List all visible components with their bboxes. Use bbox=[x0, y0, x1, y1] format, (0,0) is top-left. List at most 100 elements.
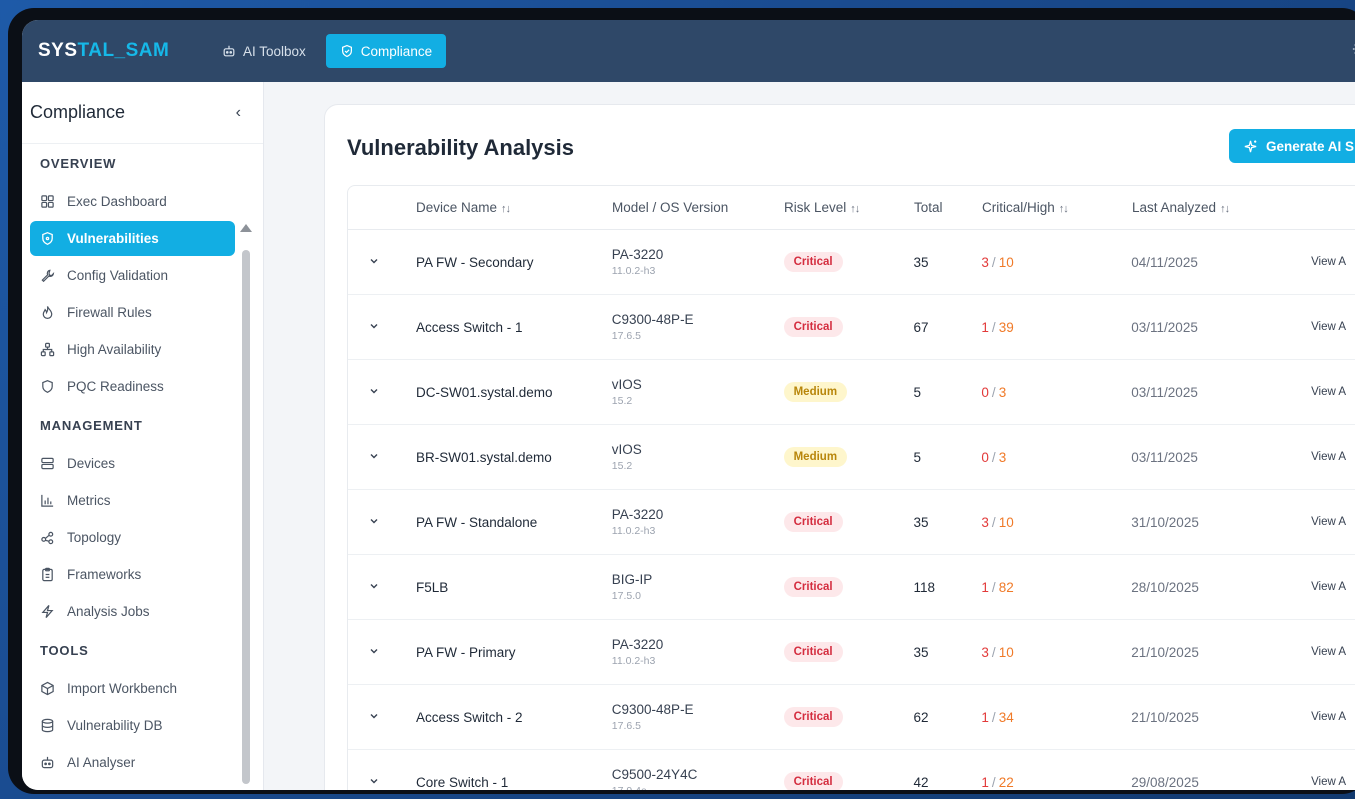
separator: / bbox=[991, 384, 996, 400]
header-device-name[interactable]: Device Name ↑↓ bbox=[416, 200, 612, 215]
header-last-analyzed[interactable]: Last Analyzed ↑↓ bbox=[1132, 200, 1312, 215]
sidebar-item-metrics[interactable]: Metrics bbox=[30, 483, 235, 518]
view-analysis-link[interactable]: View A bbox=[1311, 646, 1355, 658]
sidebar-item-config-validation[interactable]: Config Validation bbox=[30, 258, 235, 293]
model-name: C9300-48P-E bbox=[611, 702, 694, 717]
risk-level-cell: Critical bbox=[783, 317, 914, 337]
high-count: 3 bbox=[998, 449, 1007, 465]
view-analysis-link[interactable]: View A bbox=[1311, 516, 1355, 528]
shield-check-icon bbox=[341, 44, 352, 58]
model-os-cell: vIOS 15.2 bbox=[612, 442, 784, 472]
header-label: Total bbox=[914, 200, 943, 215]
collapse-sidebar-button[interactable]: ‹ bbox=[236, 104, 241, 122]
table-body: PA FW - Secondary PA-3220 11.0.2-h3 Crit… bbox=[348, 230, 1355, 790]
view-analysis-link[interactable]: View A bbox=[1311, 711, 1355, 723]
sidebar-item-label: Metrics bbox=[67, 493, 111, 508]
expand-row-button[interactable] bbox=[348, 775, 416, 790]
view-analysis-link[interactable]: View A bbox=[1311, 451, 1355, 463]
view-analysis-link[interactable]: View A bbox=[1311, 256, 1355, 268]
nav-tab-ai-toolbox[interactable]: AI Toolbox bbox=[208, 34, 320, 68]
high-count: 34 bbox=[998, 709, 1014, 725]
os-version: 17.6.5 bbox=[611, 330, 641, 342]
risk-level-cell: Critical bbox=[783, 707, 914, 727]
server-icon bbox=[41, 457, 54, 470]
sidebar-item-label: Vulnerability DB bbox=[67, 718, 163, 733]
last-analyzed-date: 21/10/2025 bbox=[1131, 644, 1199, 660]
expand-row-button[interactable] bbox=[348, 320, 416, 335]
robot-icon bbox=[223, 45, 235, 57]
sidebar-item-pqc-readiness[interactable]: PQC Readiness bbox=[30, 369, 235, 404]
sidebar-section-tools: TOOLS bbox=[40, 642, 89, 658]
model-name: PA-3220 bbox=[611, 637, 664, 652]
shield-icon bbox=[42, 231, 53, 246]
risk-badge: Medium bbox=[783, 447, 848, 467]
expand-row-button[interactable] bbox=[348, 710, 416, 725]
sidebar-item-label: Config Validation bbox=[67, 268, 169, 283]
app-window: SYSTAL_SAM AI Toolbox Compliance Complia… bbox=[22, 20, 1355, 790]
device-name: DC-SW01.systal.demo bbox=[415, 384, 553, 400]
os-version: 11.0.2-h3 bbox=[611, 525, 656, 537]
nav-tab-compliance[interactable]: Compliance bbox=[325, 34, 447, 68]
critical-count: 3 bbox=[981, 644, 989, 660]
expand-row-button[interactable] bbox=[348, 255, 416, 270]
table-row[interactable]: PA FW - Primary PA-3220 11.0.2-h3 Critic… bbox=[348, 620, 1355, 685]
header-total: Total bbox=[914, 200, 982, 215]
critical-count: 1 bbox=[981, 774, 989, 790]
table-row[interactable]: BR-SW01.systal.demo vIOS 15.2 Medium 5 0… bbox=[348, 425, 1355, 490]
table-row[interactable]: Access Switch - 1 C9300-48P-E 17.6.5 Cri… bbox=[348, 295, 1355, 360]
sidebar-item-import-workbench[interactable]: Import Workbench bbox=[30, 671, 235, 706]
view-analysis-link[interactable]: View A bbox=[1311, 776, 1355, 788]
sidebar-item-topology[interactable]: Topology bbox=[30, 520, 235, 555]
model-os-cell: PA-3220 11.0.2-h3 bbox=[612, 507, 784, 537]
expand-row-button[interactable] bbox=[348, 450, 416, 465]
device-name: Access Switch - 2 bbox=[415, 709, 523, 725]
sidebar-item-devices[interactable]: Devices bbox=[30, 446, 235, 481]
total-count: 62 bbox=[913, 709, 929, 725]
table-row[interactable]: PA FW - Standalone PA-3220 11.0.2-h3 Cri… bbox=[348, 490, 1355, 555]
view-analysis-link[interactable]: View A bbox=[1311, 321, 1355, 333]
table-row[interactable]: DC-SW01.systal.demo vIOS 15.2 Medium 5 0… bbox=[348, 360, 1355, 425]
model-name: C9500-24Y4C bbox=[611, 767, 698, 782]
critical-count: 1 bbox=[981, 579, 989, 595]
expand-row-button[interactable] bbox=[348, 385, 416, 400]
critical-high-cell: 1/22 bbox=[981, 775, 1131, 790]
app-logo[interactable]: SYSTAL_SAM bbox=[38, 40, 208, 62]
risk-badge: Critical bbox=[783, 317, 843, 337]
device-name: PA FW - Standalone bbox=[415, 514, 538, 530]
last-analyzed-date: 03/11/2025 bbox=[1131, 319, 1198, 335]
header-risk-level[interactable]: Risk Level ↑↓ bbox=[784, 200, 914, 215]
sidebar-item-frameworks[interactable]: Frameworks bbox=[30, 557, 235, 592]
risk-level-cell: Critical bbox=[783, 577, 914, 597]
table-row[interactable]: Core Switch - 1 C9500-24Y4C 17.9.4a Crit… bbox=[348, 750, 1355, 790]
critical-high-cell: 1/39 bbox=[981, 320, 1131, 335]
sidebar-item-vulnerability-db[interactable]: Vulnerability DB bbox=[30, 708, 235, 743]
sidebar-item-vulnerabilities[interactable]: Vulnerabilities bbox=[30, 221, 235, 256]
generate-ai-summary-button[interactable]: Generate AI S bbox=[1229, 129, 1355, 163]
sidebar-item-firewall-rules[interactable]: Firewall Rules bbox=[30, 295, 235, 330]
table-row[interactable]: F5LB BIG-IP 17.5.0 Critical 118 1/82 28/… bbox=[348, 555, 1355, 620]
sidebar-item-analysis-jobs[interactable]: Analysis Jobs bbox=[30, 594, 235, 629]
separator: / bbox=[991, 579, 996, 595]
robot-icon bbox=[41, 756, 54, 769]
chevron-down-icon bbox=[370, 713, 378, 718]
sidebar-item-high-availability[interactable]: High Availability bbox=[30, 332, 235, 367]
view-analysis-link[interactable]: View A bbox=[1311, 386, 1355, 398]
expand-row-button[interactable] bbox=[348, 580, 416, 595]
device-name: Core Switch - 1 bbox=[415, 774, 509, 790]
expand-row-button[interactable] bbox=[348, 645, 416, 660]
sidebar: Compliance ‹ OVERVIEW Exec Dashboard Vul… bbox=[22, 82, 264, 790]
sidebar-item-ai-analyser[interactable]: AI Analyser bbox=[30, 745, 235, 780]
header-label: Device Name bbox=[416, 200, 498, 215]
expand-row-button[interactable] bbox=[348, 515, 416, 530]
model-os-cell: C9300-48P-E 17.6.5 bbox=[612, 312, 784, 342]
last-analyzed-date: 03/11/2025 bbox=[1131, 384, 1198, 400]
sidebar-item-exec-dashboard[interactable]: Exec Dashboard bbox=[30, 184, 235, 219]
sidebar-scrollbar-thumb[interactable] bbox=[242, 250, 250, 784]
view-analysis-link[interactable]: View A bbox=[1311, 581, 1355, 593]
table-row[interactable]: Access Switch - 2 C9300-48P-E 17.6.5 Cri… bbox=[348, 685, 1355, 750]
scroll-up-arrow[interactable] bbox=[240, 224, 252, 232]
header-critical-high[interactable]: Critical/High ↑↓ bbox=[982, 200, 1132, 215]
critical-count: 1 bbox=[981, 319, 989, 335]
clipboard-icon bbox=[42, 567, 53, 582]
table-row[interactable]: PA FW - Secondary PA-3220 11.0.2-h3 Crit… bbox=[348, 230, 1355, 295]
